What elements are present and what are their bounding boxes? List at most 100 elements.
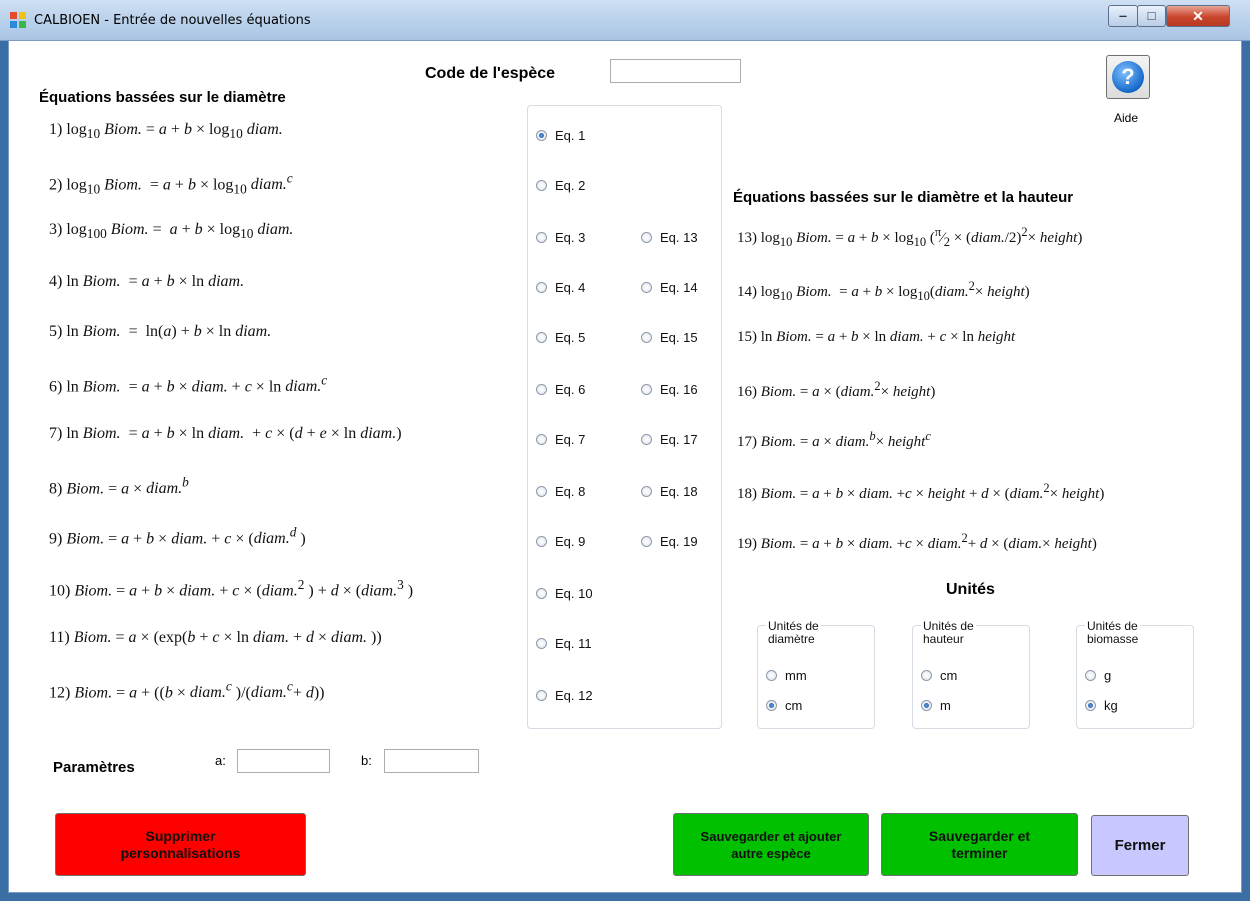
radio-dot-icon [536, 690, 547, 701]
radio-dot-icon [536, 180, 547, 191]
equation-4: 4) ln Biom. = a + b × ln diam. [49, 273, 245, 290]
radio-height-cm[interactable]: cm [921, 668, 957, 683]
radio-dot-icon [536, 332, 547, 343]
radio-dot-icon [641, 536, 652, 547]
diameter-units-label: Unités de diamètre [766, 619, 821, 646]
diameter-units-group: Unités de diamètre mm cm [757, 620, 875, 729]
close-button[interactable]: Fermer [1091, 815, 1189, 876]
equation-15: 15) ln Biom. = a + b × ln diam. + c × ln… [737, 329, 1016, 345]
radio-eq-9[interactable]: Eq. 9 [536, 534, 585, 549]
radio-dot-icon [641, 434, 652, 445]
height-units-label: Unités de hauteur [921, 619, 976, 646]
radio-eq-7[interactable]: Eq. 7 [536, 432, 585, 447]
radio-eq-17[interactable]: Eq. 17 [641, 432, 698, 447]
species-code-input[interactable] [610, 59, 741, 83]
radio-eq-15[interactable]: Eq. 15 [641, 330, 698, 345]
equation-3: 3) log100 Biom. = a + b × log10 diam. [49, 221, 294, 242]
equation-1: 1) log10 Biom. = a + b × log10 diam. [49, 121, 283, 142]
radio-diameter-mm[interactable]: mm [766, 668, 807, 683]
radio-dot-icon [1085, 700, 1096, 711]
equation-14: 14) log10 Biom. = a + b × log10(diam.2× … [737, 279, 1030, 303]
radio-dot-icon [641, 232, 652, 243]
radio-eq-8[interactable]: Eq. 8 [536, 484, 585, 499]
radio-dot-icon [641, 384, 652, 395]
radio-eq-13[interactable]: Eq. 13 [641, 230, 698, 245]
radio-dot-icon [921, 670, 932, 681]
radio-dot-icon [536, 638, 547, 649]
radio-eq-18[interactable]: Eq. 18 [641, 484, 698, 499]
save-and-finish-label: Sauvegarder et terminer [928, 827, 1031, 861]
param-b-label: b: [361, 753, 372, 768]
radio-dot-icon [536, 486, 547, 497]
form-client-area: Code de l'espèce ? Aide Équations bassée… [8, 40, 1242, 893]
radio-eq-19[interactable]: Eq. 19 [641, 534, 698, 549]
equation-8: 8) Biom. = a × diam.b [49, 475, 189, 498]
radio-dot-icon [536, 536, 547, 547]
param-b-input[interactable] [384, 749, 479, 773]
delete-customizations-label: Supprimer personnalisations [120, 827, 241, 861]
radio-dot-icon [536, 588, 547, 599]
species-code-label: Code de l'espèce [425, 65, 556, 82]
height-section-title: Équations bassées sur le diamètre et la … [733, 189, 1074, 206]
radio-eq-4[interactable]: Eq. 4 [536, 280, 585, 295]
radio-dot-icon [536, 282, 547, 293]
equation-13: 13) log10 Biom. = a + b × log10 (π⁄2 × (… [737, 225, 1083, 249]
radio-eq-14[interactable]: Eq. 14 [641, 280, 698, 295]
height-units-group: Unités de hauteur cm m [912, 620, 1030, 729]
equation-11: 11) Biom. = a × (exp(b + c × ln diam. + … [49, 629, 382, 646]
radio-dot-icon [921, 700, 932, 711]
radio-diameter-cm[interactable]: cm [766, 698, 802, 713]
radio-dot-icon [766, 670, 777, 681]
radio-eq-1[interactable]: Eq. 1 [536, 128, 585, 143]
radio-dot-icon [536, 434, 547, 445]
biomass-units-label: Unités de biomasse [1085, 619, 1141, 646]
diameter-section-title: Équations bassées sur le diamètre [39, 89, 286, 106]
radio-dot-icon [536, 384, 547, 395]
equation-7: 7) ln Biom. = a + b × ln diam. + c × (d … [49, 425, 402, 442]
parameters-label: Paramètres [53, 759, 135, 776]
maximize-button[interactable]: □ [1137, 5, 1166, 27]
radio-eq-3[interactable]: Eq. 3 [536, 230, 585, 245]
radio-biomass-g[interactable]: g [1085, 668, 1111, 683]
radio-eq-11[interactable]: Eq. 11 [536, 636, 592, 651]
radio-eq-2[interactable]: Eq. 2 [536, 178, 585, 193]
param-a-label: a: [215, 753, 226, 768]
radio-eq-6[interactable]: Eq. 6 [536, 382, 585, 397]
biomass-units-group: Unités de biomasse g kg [1076, 620, 1194, 729]
save-and-finish-button[interactable]: Sauvegarder et terminer [881, 813, 1078, 876]
radio-biomass-kg[interactable]: kg [1085, 698, 1118, 713]
radio-dot-icon [641, 282, 652, 293]
help-button[interactable]: ? [1106, 55, 1150, 99]
equation-selector-group: Eq. 1 Eq. 2 Eq. 3 Eq. 4 Eq. 5 Eq. 6 Eq. … [527, 105, 722, 729]
radio-dot-icon [536, 130, 547, 141]
radio-eq-16[interactable]: Eq. 16 [641, 382, 698, 397]
app-icon [10, 12, 26, 28]
param-a-input[interactable] [237, 749, 330, 773]
radio-dot-icon [641, 486, 652, 497]
equation-16: 16) Biom. = a × (diam.2× height) [737, 379, 936, 400]
window-title: CALBIOEN - Entrée de nouvelles équations [34, 13, 311, 28]
equation-10: 10) Biom. = a + b × diam. + c × (diam.2 … [49, 577, 414, 600]
radio-eq-12[interactable]: Eq. 12 [536, 688, 593, 703]
close-window-button[interactable]: ✕ [1166, 5, 1230, 27]
radio-eq-10[interactable]: Eq. 10 [536, 586, 593, 601]
radio-dot-icon [536, 232, 547, 243]
radio-dot-icon [766, 700, 777, 711]
help-icon: ? [1112, 61, 1144, 93]
equation-9: 9) Biom. = a + b × diam. + c × (diam.d ) [49, 525, 306, 548]
title-bar: CALBIOEN - Entrée de nouvelles équations… [0, 0, 1250, 41]
equation-19: 19) Biom. = a + b × diam. +c × diam.2+ d… [737, 531, 1097, 552]
radio-eq-5[interactable]: Eq. 5 [536, 330, 585, 345]
height-equations-panel: 13) log10 Biom. = a + b × log10 (π⁄2 × (… [731, 215, 1197, 555]
minimize-button[interactable]: ‒ [1108, 5, 1138, 27]
radio-height-m[interactable]: m [921, 698, 951, 713]
equation-12: 12) Biom. = a + ((b × diam.c )/(diam.c+ … [49, 679, 325, 702]
delete-customizations-button[interactable]: Supprimer personnalisations [55, 813, 306, 876]
equation-5: 5) ln Biom. = ln(a) + b × ln diam. [49, 323, 272, 340]
save-and-add-button[interactable]: Sauvegarder et ajouter autre espèce [673, 813, 869, 876]
units-title: Unités [946, 581, 995, 598]
diameter-equations-panel: 1) log10 Biom. = a + b × log10 diam. 2) … [39, 111, 517, 713]
save-and-add-label: Sauvegarder et ajouter autre espèce [700, 828, 842, 861]
equation-17: 17) Biom. = a × diam.b× heightc [737, 429, 931, 450]
radio-dot-icon [1085, 670, 1096, 681]
